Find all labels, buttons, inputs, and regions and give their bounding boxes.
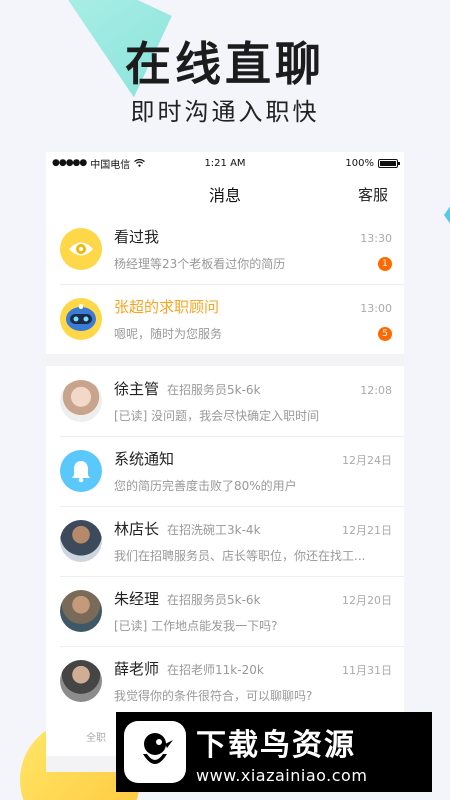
watermark-banner: 下载鸟资源 www.xiazainiao.com [116,712,432,792]
item-content: 看过我 13:30 杨经理等23个老板看过你的简历 1 [114,226,392,272]
eye-icon [60,228,102,270]
job-info: 在招服务员5k-6k [167,383,261,397]
nav-bar: 消息 客服 [46,174,404,214]
contact-name: 林店长 [114,520,160,538]
avatar [60,590,102,632]
item-content: 系统通知 12月24日 您的简历完善度击败了80%的用户 [114,448,392,494]
battery-fill [380,160,396,166]
item-message: 杨经理等23个老板看过你的简历 [114,257,286,271]
list-item[interactable]: 徐主管 在招服务员5k-6k 12:08 [已读] 没问题，我会尽快确定入职时间 [46,366,404,436]
contact-name: 徐主管 [114,380,160,398]
item-content: 薛老师 在招老师11k-20k 11月31日 我觉得你的条件很符合，可以聊聊吗? [114,658,392,704]
avatar [60,520,102,562]
top-card: 看过我 13:30 杨经理等23个老板看过你的简历 1 张超的求职顾问 13:0… [46,214,404,354]
item-content: 张超的求职顾问 13:00 嗯呢，随时为您服务 5 [114,296,392,342]
bird-logo-icon [124,721,186,783]
contact-name: 系统通知 [114,450,175,468]
conversation-list: 徐主管 在招服务员5k-6k 12:08 [已读] 没问题，我会尽快确定入职时间… [46,366,404,716]
watermark-title: 下载鸟资源 [196,727,356,763]
wifi-icon [134,159,146,167]
watermark-text: 下载鸟资源 www.xiazainiao.com [196,720,367,785]
status-left: ●●●●● 中国电信 [52,156,146,171]
item-message: [已读] 没问题，我会尽快确定入职时间 [114,409,320,423]
promo-headline: 在线直聊 [125,37,325,91]
contact-name: 薛老师 [114,660,160,678]
item-title: 张超的求职顾问 [114,298,220,316]
bell-icon [60,450,102,492]
page-title: 消息 [208,186,241,205]
status-right: 100% [345,157,400,169]
job-info: 在招老师11k-20k [167,663,264,677]
customer-service-button[interactable]: 客服 [358,184,388,205]
avatar [60,380,102,422]
item-content: 林店长 在招洗碗工3k-4k 12月21日 我们在招聘服务员、店长等职位，你还在… [114,518,392,564]
tab-fulltime[interactable]: 全职 [86,729,106,744]
item-time: 12:08 [360,384,392,397]
battery-percent: 100% [345,157,374,169]
item-title: 看过我 [114,228,160,246]
item-time: 12月21日 [342,524,392,537]
item-message: 您的简历完善度击败了80%的用户 [114,479,297,493]
list-item-system-notice[interactable]: 系统通知 12月24日 您的简历完善度击败了80%的用户 [46,436,404,506]
promo-subheadline: 即时沟通入职快 [130,98,320,126]
item-time: 12月24日 [342,454,392,467]
battery-icon [378,158,400,168]
item-content: 徐主管 在招服务员5k-6k 12:08 [已读] 没问题，我会尽快确定入职时间 [114,378,392,424]
watermark-url: www.xiazainiao.com [196,765,368,785]
phone-screen: ●●●●● 中国电信 1:21 AM 100% 消息 客服 看过我 13:30 … [46,152,404,772]
job-info: 在招服务员5k-6k [167,593,261,607]
item-content: 朱经理 在招服务员5k-6k 12月20日 [已读] 工作地点能发我一下吗? [114,588,392,634]
carrier-label: 中国电信 [90,159,131,171]
item-time: 13:00 [360,302,392,315]
item-time: 13:30 [360,232,392,245]
list-item[interactable]: 林店长 在招洗碗工3k-4k 12月21日 我们在招聘服务员、店长等职位，你还在… [46,506,404,576]
list-item[interactable]: 朱经理 在招服务员5k-6k 12月20日 [已读] 工作地点能发我一下吗? [46,576,404,646]
robot-icon [60,298,102,340]
item-time: 11月31日 [342,664,392,677]
list-item-job-advisor[interactable]: 张超的求职顾问 13:00 嗯呢，随时为您服务 5 [46,284,404,354]
status-bar: ●●●●● 中国电信 1:21 AM 100% [46,152,404,174]
item-time: 12月20日 [342,594,392,607]
job-info: 在招洗碗工3k-4k [167,523,261,537]
item-message: 嗯呢，随时为您服务 [114,327,223,341]
item-message: [已读] 工作地点能发我一下吗? [114,619,278,633]
item-message: 我们在招聘服务员、店长等职位，你还在找工... [114,549,366,563]
item-message: 我觉得你的条件很符合，可以聊聊吗? [114,689,313,703]
avatar [60,660,102,702]
unread-badge: 5 [378,326,392,341]
list-item-viewed-me[interactable]: 看过我 13:30 杨经理等23个老板看过你的简历 1 [46,214,404,284]
list-item[interactable]: 薛老师 在招老师11k-20k 11月31日 我觉得你的条件很符合，可以聊聊吗? [46,646,404,716]
signal-icon: ●●●●● [52,158,87,168]
decorative-triangle-right [444,195,450,235]
contact-name: 朱经理 [114,590,160,608]
unread-badge: 1 [378,256,392,271]
